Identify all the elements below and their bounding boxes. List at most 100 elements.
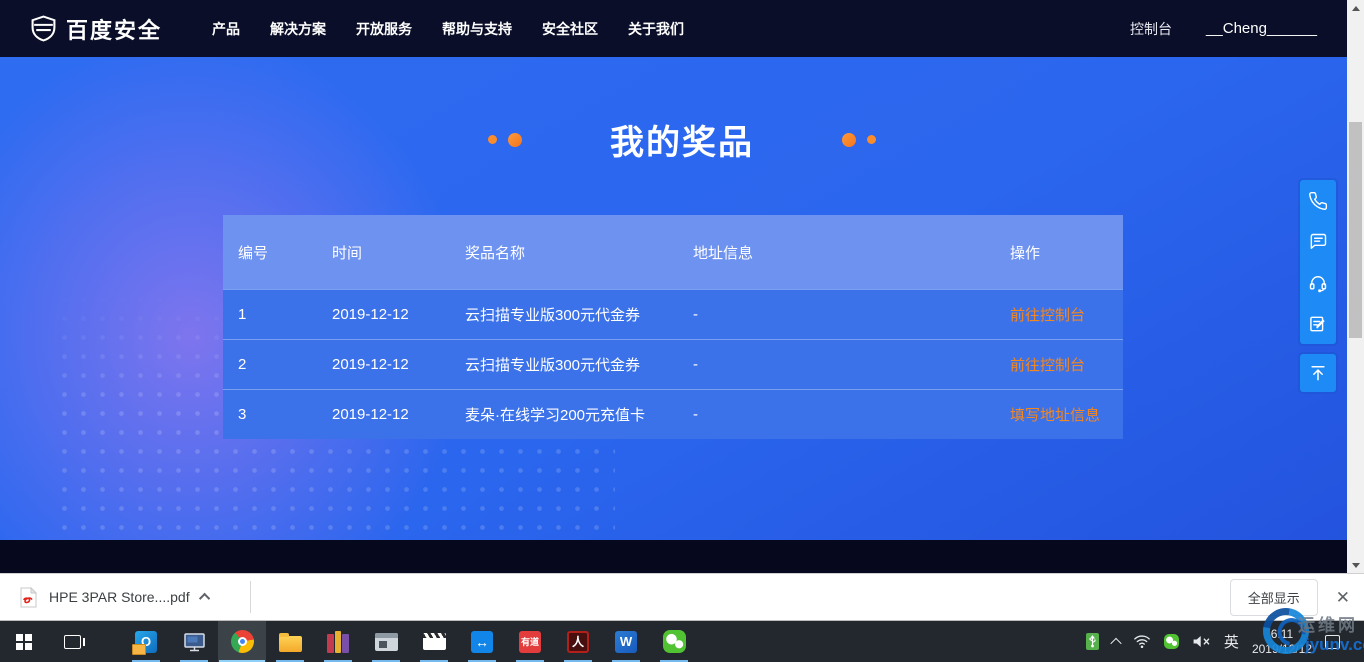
taskbar-app-file-explorer[interactable] — [266, 621, 314, 662]
taskbar-app-word[interactable]: W — [602, 621, 650, 662]
taskbar-app-outlook[interactable]: O — [122, 621, 170, 662]
row-date: 2019-12-12 — [332, 406, 409, 423]
taskbar-app-teamviewer[interactable]: ↔ — [458, 621, 506, 662]
system-tray: 英 6:11 2019/12/12 — [1085, 621, 1364, 662]
remote-desktop-icon — [183, 632, 205, 651]
task-view-button[interactable] — [48, 621, 96, 662]
row-id: 3 — [238, 406, 247, 423]
nav-item-help-support[interactable]: 帮助与支持 — [442, 19, 512, 39]
console-link[interactable]: 控制台 — [1130, 19, 1172, 39]
wechat-icon — [662, 630, 686, 653]
nav-item-security-community[interactable]: 安全社区 — [542, 19, 598, 39]
nav-right: 控制台 __Cheng______ — [1130, 19, 1317, 39]
feedback-form-button[interactable] — [1300, 303, 1336, 344]
feedback-form-icon — [1310, 316, 1325, 331]
close-download-bar-icon[interactable]: ✕ — [1336, 589, 1350, 606]
nav-menu: 产品 解决方案 开放服务 帮助与支持 安全社区 关于我们 — [212, 19, 684, 39]
col-header-time: 时间 — [332, 244, 363, 262]
page-title: 我的奖品 — [610, 124, 754, 162]
taskbar-clock[interactable]: 6:11 2019/12/12 — [1252, 627, 1312, 657]
row-date: 2019-12-12 — [332, 356, 409, 373]
nav-item-products[interactable]: 产品 — [212, 19, 240, 39]
chat-icon — [1310, 233, 1327, 249]
prizes-table-header: 编号 时间 奖品名称 地址信息 操作 — [223, 215, 1123, 289]
clapperboard-icon — [422, 633, 446, 650]
col-header-prize-name: 奖品名称 — [465, 244, 526, 262]
taskbar-app-youdao[interactable]: 有道 — [506, 621, 554, 662]
winrar-icon — [327, 630, 350, 653]
table-row: 1 2019-12-12 云扫描专业版300元代金券 - 前往控制台 — [223, 289, 1123, 339]
brand-name: 百度安全 — [66, 17, 163, 43]
file-explorer-icon — [278, 632, 302, 652]
show-all-downloads-button[interactable]: 全部显示 — [1229, 578, 1318, 616]
customer-service-button[interactable] — [1300, 262, 1336, 303]
nav-item-solutions[interactable]: 解决方案 — [270, 19, 326, 39]
left-dots-decoration — [488, 132, 522, 147]
brand-logo[interactable]: 百度安全 — [30, 13, 212, 45]
col-header-address: 地址信息 — [693, 244, 754, 262]
task-view-icon — [63, 634, 85, 649]
row-address: - — [693, 406, 698, 423]
taskbar-app-securecrt[interactable] — [362, 621, 410, 662]
volume-muted-icon[interactable] — [1192, 634, 1211, 649]
back-to-top-icon — [1311, 366, 1325, 381]
taskbar-app-video-editor[interactable] — [410, 621, 458, 662]
terminal-app-icon — [374, 632, 398, 651]
taskbar-app-remote-desktop[interactable] — [170, 621, 218, 662]
go-to-console-link[interactable]: 前往控制台 — [1010, 307, 1085, 324]
taskbar-app-chrome[interactable] — [218, 621, 266, 662]
downloaded-file-name: HPE 3PAR Store....pdf — [49, 589, 190, 605]
row-prize-name: 云扫描专业版300元代金券 — [465, 307, 641, 324]
phone-icon — [1309, 191, 1328, 210]
go-to-console-link[interactable]: 前往控制台 — [1010, 357, 1085, 374]
pdf-file-icon — [20, 586, 37, 607]
teamviewer-icon: ↔ — [471, 630, 493, 653]
youdao-icon: 有道 — [519, 630, 541, 653]
outlook-icon: O — [132, 630, 157, 655]
windows-taskbar: O ↔ 有道 人 W 英 6:11 2019/12/12 — [0, 621, 1364, 662]
chat-contact-button[interactable] — [1300, 221, 1336, 262]
phone-contact-button[interactable] — [1300, 180, 1336, 221]
row-id: 2 — [238, 356, 247, 373]
usb-device-icon[interactable] — [1085, 633, 1099, 650]
browser-scrollbar[interactable] — [1347, 0, 1364, 573]
file-menu-chevron-icon[interactable] — [198, 592, 210, 605]
action-center-icon[interactable] — [1325, 634, 1340, 649]
prizes-page: 我的奖品 编号 时间 奖品名称 地址信息 操作 1 2019-12-12 云扫描… — [0, 57, 1364, 540]
right-dots-decoration — [842, 132, 876, 147]
row-date: 2019-12-12 — [332, 306, 409, 323]
shield-logo-icon — [31, 15, 56, 42]
start-button[interactable] — [0, 621, 48, 662]
row-prize-name: 云扫描专业版300元代金券 — [465, 357, 641, 374]
nav-item-about-us[interactable]: 关于我们 — [628, 19, 684, 39]
wechat-tray-icon[interactable] — [1163, 634, 1179, 649]
prizes-table: 编号 时间 奖品名称 地址信息 操作 1 2019-12-12 云扫描专业版30… — [223, 215, 1123, 439]
scrollbar-up-arrow[interactable] — [1347, 0, 1364, 16]
back-to-top-button[interactable] — [1300, 354, 1336, 392]
scrollbar-thumb[interactable] — [1349, 122, 1362, 338]
taskbar-app-winrar[interactable] — [314, 621, 362, 662]
table-row: 3 2019-12-12 麦朵·在线学习200元充值卡 - 填写地址信息 — [223, 389, 1123, 439]
nav-item-open-services[interactable]: 开放服务 — [356, 19, 412, 39]
headset-icon — [1309, 275, 1327, 292]
fill-address-link[interactable]: 填写地址信息 — [1010, 407, 1100, 424]
downloaded-file-item[interactable]: HPE 3PAR Store....pdf — [20, 586, 210, 608]
tray-time: 6:11 — [1270, 626, 1294, 641]
scrollbar-down-arrow[interactable] — [1347, 557, 1364, 573]
tray-date: 2019/12/12 — [1251, 641, 1312, 656]
input-language-indicator[interactable]: 英 — [1224, 631, 1239, 652]
username-link[interactable]: __Cheng______ — [1206, 20, 1317, 37]
screen: 百度安全 产品 解决方案 开放服务 帮助与支持 安全社区 关于我们 控制台 __… — [0, 0, 1364, 662]
hidden-icons-chevron[interactable] — [1110, 637, 1122, 649]
taskbar-app-acrobat[interactable]: 人 — [554, 621, 602, 662]
table-row: 2 2019-12-12 云扫描专业版300元代金券 - 前往控制台 — [223, 339, 1123, 389]
row-address: - — [693, 306, 698, 323]
download-bar: HPE 3PAR Store....pdf 全部显示 ✕ — [0, 573, 1364, 621]
row-address: - — [693, 356, 698, 373]
page-header: 我的奖品 — [0, 115, 1364, 164]
wifi-icon[interactable] — [1133, 634, 1151, 649]
taskbar-app-wechat[interactable] — [650, 621, 698, 662]
row-id: 1 — [238, 306, 247, 323]
page-footer — [0, 540, 1364, 573]
floating-contact-toolbar — [1300, 180, 1336, 392]
